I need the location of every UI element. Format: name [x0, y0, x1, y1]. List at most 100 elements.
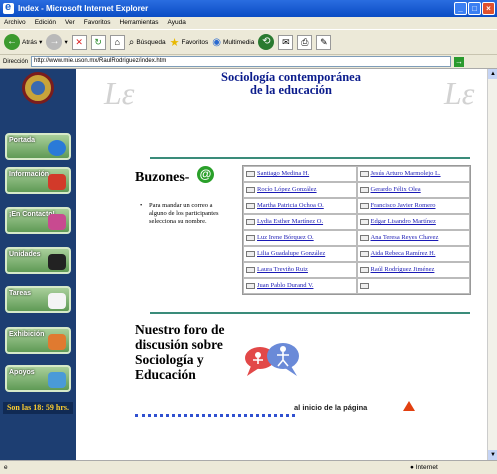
multimedia-button[interactable]: ◉ Multimedia: [212, 37, 254, 48]
support-icon: [48, 372, 66, 388]
mail-icon: [359, 267, 369, 273]
mail-icon: [359, 187, 369, 193]
nav-apoyos[interactable]: Apoyos: [5, 365, 71, 392]
mail-icon: [359, 171, 369, 177]
ie-logo-icon: [48, 140, 66, 156]
address-input[interactable]: http://www.mie.uson.mx/RaulRodriguez/ind…: [31, 56, 452, 67]
page-title: Sociología contemporánea de la educación: [221, 70, 361, 97]
print-icon[interactable]: ⎙: [297, 34, 313, 50]
refresh-icon[interactable]: ↻: [90, 34, 106, 50]
status-bar: e ● Internet: [0, 460, 497, 474]
mail-icon: [246, 283, 255, 289]
edit-icon[interactable]: ✎: [316, 34, 332, 50]
divider-middle: [150, 312, 470, 314]
participant-link[interactable]: Rocío López González: [243, 182, 357, 198]
mail-icon: [246, 251, 255, 257]
favorites-button[interactable]: ★ Favoritos: [170, 36, 209, 49]
mail-icon: [359, 235, 369, 241]
participant-empty[interactable]: [356, 278, 470, 294]
address-label: Dirección: [3, 58, 29, 65]
dotted-rule: [135, 414, 295, 417]
mail-icon: [359, 251, 369, 257]
participant-link[interactable]: Lilia Guadalupe González: [243, 246, 357, 262]
minimize-button[interactable]: _: [454, 2, 467, 15]
page-header: Lε Sociología contemporánea de la educac…: [76, 69, 487, 114]
menu-ayuda[interactable]: Ayuda: [168, 17, 186, 29]
participant-link[interactable]: Lydia Esther Martínez O.: [243, 214, 357, 230]
nav-unidades[interactable]: Unidades: [5, 247, 71, 274]
mail-icon: [246, 171, 255, 177]
back-to-top-link[interactable]: al inicio de la página: [294, 403, 367, 412]
book-icon: [48, 293, 66, 309]
mail-icon: [359, 203, 369, 209]
search-icon: ⌕: [128, 36, 135, 48]
participant-link[interactable]: Luz Irene Bórquez O.: [243, 230, 357, 246]
forward-button[interactable]: → ▾: [46, 34, 68, 50]
menu-ver[interactable]: Ver: [65, 17, 75, 29]
menu-favoritos[interactable]: Favoritos: [84, 17, 111, 29]
security-zone: ● Internet: [410, 464, 438, 471]
mail-icon: [246, 187, 255, 193]
back-button[interactable]: ← Atrás ▾: [4, 34, 42, 50]
browser-toolbar: ← Atrás ▾ → ▾ ✕ ↻ ⌂ ⌕ Búsqueda ★ Favoritos ◉ M…: [0, 29, 497, 55]
divider-top: [150, 157, 470, 159]
star-icon: ★: [169, 36, 180, 49]
nav-tareas[interactable]: Tareas: [5, 286, 71, 313]
mail-icon[interactable]: ✉: [278, 34, 294, 50]
participant-link[interactable]: Jesús Arturo Marmolejo L.: [356, 166, 470, 182]
vertical-scrollbar[interactable]: ▲ ▼: [487, 69, 497, 460]
address-bar: Dirección http://www.mie.uson.mx/RaulRod…: [0, 55, 497, 69]
media-icon: ◉: [212, 36, 221, 48]
mail-icon: [359, 219, 369, 225]
participant-link[interactable]: Raúl Rodríguez Jiménez: [356, 262, 470, 278]
nav-portada[interactable]: Portada: [5, 133, 71, 160]
forward-arrow-icon: →: [46, 34, 63, 50]
email-at-icon: @: [197, 166, 214, 183]
close-button[interactable]: ×: [482, 2, 495, 15]
nav-exhibicion[interactable]: Exhibición: [5, 327, 71, 354]
mail-icon: [359, 283, 369, 289]
clock-text: Son las 18: 59 hrs.: [3, 402, 73, 414]
up-arrow-icon[interactable]: [403, 401, 415, 411]
exhibit-icon: [48, 334, 66, 350]
info-icon: [48, 174, 66, 190]
stop-icon[interactable]: ✕: [71, 34, 87, 50]
forum-heading: Nuestro foro de discusión sobre Sociolog…: [135, 322, 225, 382]
participant-link[interactable]: Laura Treviño Ruiz: [243, 262, 357, 278]
participants-table: Santiago Medina H. Jesús Arturo Marmolej…: [242, 165, 471, 295]
participant-link[interactable]: Ana Teresa Reyes Chavez: [356, 230, 470, 246]
buzones-heading: Buzones-: [135, 170, 190, 185]
mail-icon: [246, 219, 255, 225]
sidebar: Portada Información ¡En Contacto! Unidad…: [0, 69, 76, 460]
university-seal-logo: [22, 72, 54, 104]
scroll-down-icon[interactable]: ▼: [488, 450, 497, 460]
people-icon: [48, 214, 66, 230]
page-icon: e: [4, 464, 8, 471]
maximize-button[interactable]: □: [468, 2, 481, 15]
menu-edicion[interactable]: Edición: [35, 17, 56, 29]
history-icon[interactable]: ⟲: [258, 34, 275, 50]
buzones-note: Para mandar un correo a alguno de los pa…: [140, 202, 229, 226]
participant-link[interactable]: Juan Pablo Durand V.: [243, 278, 357, 294]
nav-en-contacto[interactable]: ¡En Contacto!: [5, 207, 71, 234]
scroll-up-icon[interactable]: ▲: [488, 69, 497, 79]
nav-informacion[interactable]: Información: [5, 167, 71, 194]
go-icon[interactable]: →: [454, 56, 465, 67]
back-arrow-icon: ←: [4, 34, 20, 50]
window-titlebar: Index - Microsoft Internet Explorer _ □ …: [0, 0, 497, 17]
mail-icon: [246, 235, 255, 241]
participant-link[interactable]: Aida Rebeca Ramírez H.: [356, 246, 470, 262]
menu-herramientas[interactable]: Herramientas: [120, 17, 159, 29]
participant-link[interactable]: Santiago Medina H.: [243, 166, 357, 182]
participant-link[interactable]: Martha Patricia Ochoa O.: [243, 198, 357, 214]
menu-archivo[interactable]: Archivo: [4, 17, 26, 29]
participant-link[interactable]: Gerardo Félix Olea: [356, 182, 470, 198]
participant-link[interactable]: Edgar Lisandro Martínez: [356, 214, 470, 230]
folder-icon: [48, 254, 66, 270]
participant-link[interactable]: Francisco Javier Romero: [356, 198, 470, 214]
chat-icon[interactable]: [243, 340, 301, 380]
mail-icon: [246, 203, 255, 209]
search-button[interactable]: ⌕ Búsqueda: [129, 37, 166, 48]
home-icon[interactable]: ⌂: [109, 34, 125, 50]
lc-watermark-right: Lε: [444, 75, 475, 111]
